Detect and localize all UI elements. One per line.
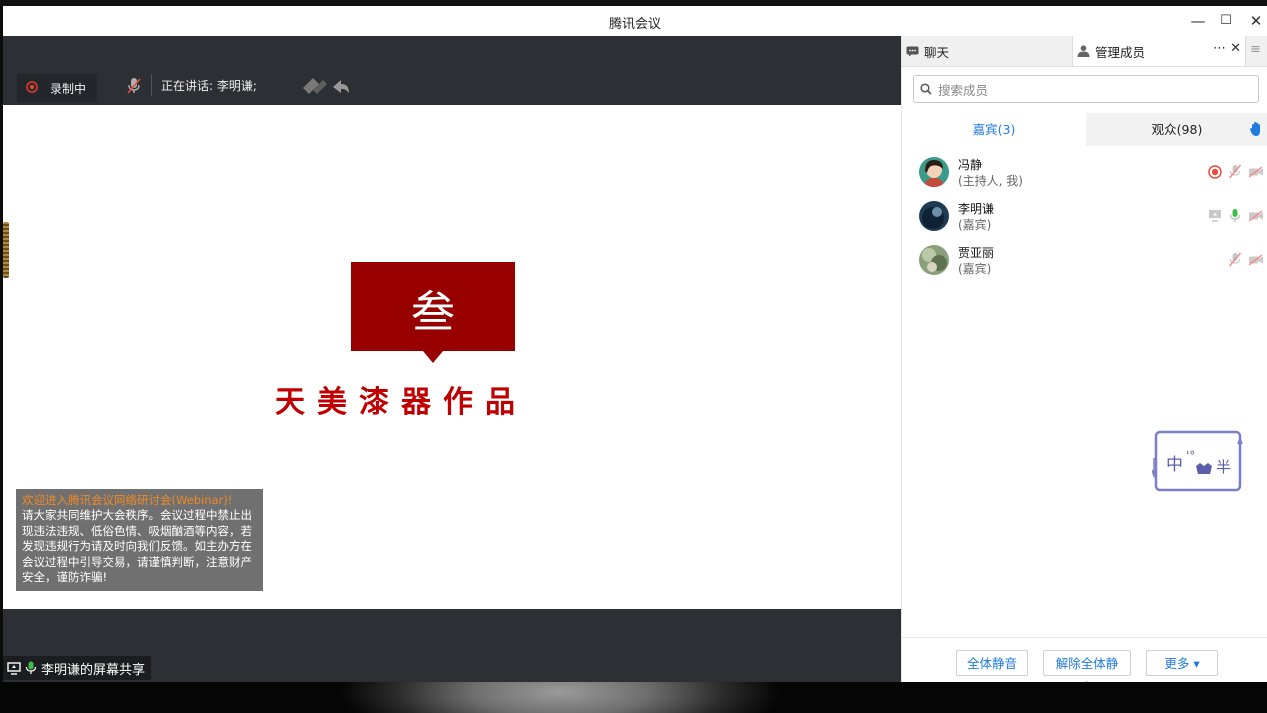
more-button[interactable]: 更多 ▾ bbox=[1146, 650, 1218, 676]
mic-muted-icon[interactable] bbox=[1228, 252, 1242, 267]
search-icon bbox=[920, 83, 932, 95]
tab-members-label: 管理成员 bbox=[1095, 44, 1146, 60]
tab-options[interactable]: ⋯ ✕ bbox=[1213, 41, 1241, 56]
meeting-window: 腾讯会议 — ☐ ✕ 录制中 正在讲话: 李明谦; 叁 天美漆器作品 欢迎进入腾… bbox=[3, 6, 1267, 682]
mic-muted-icon[interactable] bbox=[126, 77, 142, 95]
minimize-button[interactable]: — bbox=[1185, 10, 1211, 32]
ime-mode-text: 中 bbox=[1166, 455, 1183, 475]
chat-icon bbox=[906, 46, 919, 56]
shared-screen-area: 录制中 正在讲话: 李明谦; 叁 天美漆器作品 欢迎进入腾讯会议网络研讨会(We… bbox=[3, 36, 901, 682]
input-method-widget[interactable]: 中 '° 半 bbox=[1151, 430, 1244, 494]
desktop-background-moon bbox=[0, 682, 1267, 713]
slide-caption: 天美漆器作品 bbox=[275, 385, 527, 420]
avatar bbox=[919, 201, 949, 231]
tab-chat[interactable]: 聊天 bbox=[906, 36, 1072, 66]
notice-body: 请大家共同维护大会秩序。会议过程中禁止出现违法违规、低俗色情、吸烟酗酒等内容，若… bbox=[22, 508, 252, 584]
tab-chat-label: 聊天 bbox=[924, 44, 950, 60]
panel-footer: 全体静音 解除全体静音 更多 ▾ bbox=[902, 637, 1267, 682]
member-status-icons bbox=[1208, 164, 1264, 179]
tab-close-icon: ✕ bbox=[1230, 41, 1241, 56]
presentation-slide: 叁 天美漆器作品 欢迎进入腾讯会议网络研讨会(Webinar)! 请大家共同维护… bbox=[3, 105, 901, 609]
slide-box-pointer bbox=[423, 351, 443, 363]
record-icon bbox=[26, 81, 38, 93]
annotation-tools-icon[interactable] bbox=[299, 76, 351, 98]
tab-guests[interactable]: 嘉宾(3) bbox=[902, 113, 1086, 146]
recording-status-icon bbox=[1208, 164, 1222, 179]
member-row[interactable]: 贾亚丽 (嘉宾) bbox=[902, 241, 1267, 283]
webinar-notice: 欢迎进入腾讯会议网络研讨会(Webinar)! 请大家共同维护大会秩序。会议过程… bbox=[16, 489, 263, 591]
member-search-input[interactable] bbox=[936, 79, 1250, 101]
person-icon bbox=[1077, 45, 1090, 57]
ime-width-text: 半 bbox=[1216, 458, 1231, 476]
screen-share-status-icon bbox=[1209, 210, 1221, 222]
raise-hand-icon[interactable] bbox=[1249, 121, 1263, 137]
member-role: (嘉宾) bbox=[958, 262, 992, 276]
camera-off-icon[interactable] bbox=[1248, 253, 1264, 266]
recording-badge[interactable]: 录制中 bbox=[17, 74, 97, 102]
camera-off-icon[interactable] bbox=[1248, 165, 1264, 178]
avatar bbox=[919, 245, 949, 275]
mic-active-icon bbox=[25, 661, 37, 674]
screen-share-icon bbox=[7, 661, 21, 675]
panel-menu-icon[interactable]: ≡ bbox=[1250, 42, 1261, 57]
member-row[interactable]: 李明谦 (嘉宾) bbox=[902, 197, 1267, 239]
tab-members[interactable]: 管理成员 ⋯ ✕ bbox=[1072, 36, 1246, 66]
screen-share-label: 李明谦的屏幕共享 bbox=[3, 656, 152, 680]
slide-number-char: 叁 bbox=[411, 287, 455, 338]
avatar bbox=[919, 157, 949, 187]
speaking-indicator: 正在讲话: 李明谦; bbox=[161, 79, 257, 93]
member-name: 李明谦 bbox=[958, 202, 995, 216]
unmute-all-button[interactable]: 解除全体静音 bbox=[1043, 650, 1131, 682]
maximize-button[interactable]: ☐ bbox=[1213, 10, 1239, 32]
member-status-icons bbox=[1228, 252, 1264, 267]
members-panel: 聊天 管理成员 ⋯ ✕ ≡ 嘉宾(3) bbox=[901, 36, 1267, 682]
screen-share-text: 李明谦的屏幕共享 bbox=[41, 662, 146, 678]
camera-off-icon[interactable] bbox=[1248, 209, 1264, 222]
member-role: (嘉宾) bbox=[958, 218, 992, 232]
member-role: (主持人, 我) bbox=[958, 174, 1023, 188]
member-name: 冯静 bbox=[958, 158, 983, 172]
mic-muted-icon[interactable] bbox=[1228, 164, 1242, 179]
mute-all-button[interactable]: 全体静音 bbox=[956, 650, 1028, 676]
role-tabs: 嘉宾(3) 观众(98) bbox=[902, 113, 1267, 146]
title-bar: 腾讯会议 — ☐ ✕ bbox=[3, 6, 1267, 36]
more-options-icon: ⋯ bbox=[1212, 41, 1226, 56]
window-title: 腾讯会议 bbox=[608, 17, 661, 32]
close-button[interactable]: ✕ bbox=[1243, 10, 1267, 32]
toolbar-divider bbox=[151, 74, 152, 96]
member-name: 贾亚丽 bbox=[958, 246, 995, 260]
window-resize-handle[interactable] bbox=[3, 222, 9, 278]
panel-tabs: 聊天 管理成员 ⋯ ✕ ≡ bbox=[902, 36, 1267, 67]
mic-active-icon[interactable] bbox=[1228, 208, 1242, 223]
member-status-icons bbox=[1208, 208, 1264, 223]
svg-text:'°: '° bbox=[1186, 449, 1195, 463]
tab-audience[interactable]: 观众(98) bbox=[1086, 113, 1267, 146]
member-row[interactable]: 冯静 (主持人, 我) bbox=[902, 153, 1267, 195]
recording-toolbar: 录制中 正在讲话: 李明谦; bbox=[3, 36, 901, 105]
recording-label: 录制中 bbox=[50, 82, 87, 96]
member-search-box[interactable] bbox=[913, 75, 1259, 103]
notice-title: 欢迎进入腾讯会议网络研讨会(Webinar)! bbox=[22, 493, 233, 507]
slide-number-box: 叁 bbox=[351, 262, 515, 351]
